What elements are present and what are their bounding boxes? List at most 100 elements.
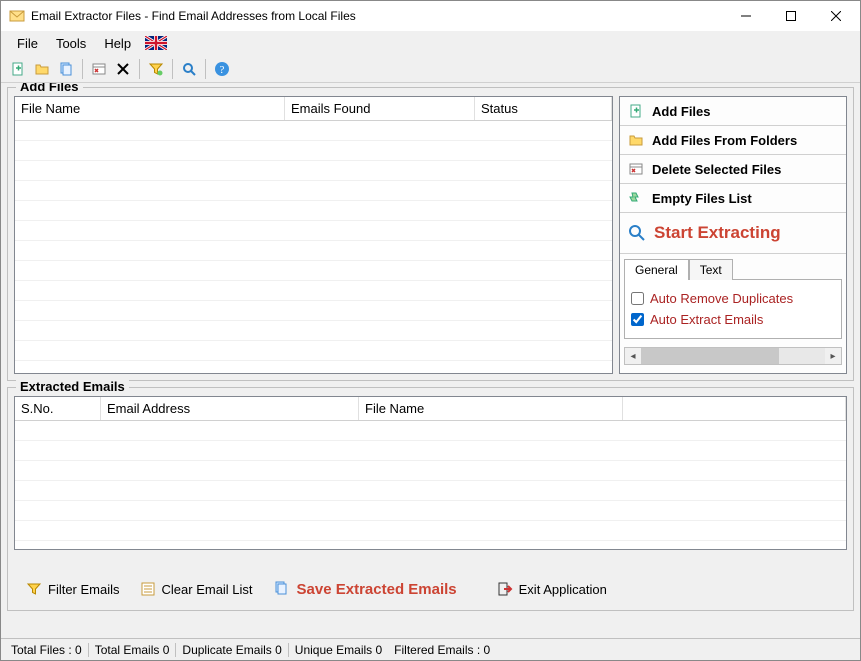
table-row[interactable] xyxy=(15,441,846,461)
table-row[interactable] xyxy=(15,301,612,321)
recycle-icon xyxy=(628,190,644,206)
filter-emails-button[interactable]: Filter Emails xyxy=(18,577,128,601)
col-sno[interactable]: S.No. xyxy=(15,397,101,420)
table-row[interactable] xyxy=(15,421,846,441)
start-extracting-label: Start Extracting xyxy=(654,223,781,243)
status-total-files: Total Files : 0 xyxy=(5,643,89,657)
toolbar-separator xyxy=(82,59,83,79)
minimize-button[interactable] xyxy=(723,2,768,30)
table-row[interactable] xyxy=(15,461,846,481)
add-folders-button[interactable]: Add Files From Folders xyxy=(620,126,846,155)
col-file-name[interactable]: File Name xyxy=(15,97,285,120)
search-icon[interactable] xyxy=(178,58,200,80)
save-extracted-button[interactable]: Save Extracted Emails xyxy=(265,576,465,602)
table-row[interactable] xyxy=(15,121,612,141)
toolbar: ? xyxy=(1,55,860,83)
filter-emails-label: Filter Emails xyxy=(48,582,120,597)
auto-extract-option[interactable]: Auto Extract Emails xyxy=(631,309,835,330)
options-tabset: General Text xyxy=(624,258,842,279)
add-files-label: Add Files xyxy=(652,104,711,119)
auto-remove-option[interactable]: Auto Remove Duplicates xyxy=(631,288,835,309)
col-blank xyxy=(623,397,846,420)
delete-selected-button[interactable]: Delete Selected Files xyxy=(620,155,846,184)
col-status[interactable]: Status xyxy=(475,97,612,120)
status-total-emails: Total Emails 0 xyxy=(89,643,177,657)
maximize-button[interactable] xyxy=(768,2,813,30)
menu-file[interactable]: File xyxy=(9,34,46,53)
exit-application-button[interactable]: Exit Application xyxy=(489,577,615,601)
clear-list-icon xyxy=(140,581,156,597)
close-button[interactable] xyxy=(813,2,858,30)
table-row[interactable] xyxy=(15,221,612,241)
emails-table[interactable]: S.No. Email Address File Name xyxy=(14,396,847,550)
tab-text[interactable]: Text xyxy=(689,259,733,280)
add-file-icon[interactable] xyxy=(7,58,29,80)
add-files-label: Add Files xyxy=(16,83,83,94)
scroll-thumb[interactable] xyxy=(641,348,779,364)
add-files-section: Add Files File Name Emails Found Status xyxy=(7,87,854,381)
tab-general[interactable]: General xyxy=(624,259,689,280)
svg-text:?: ? xyxy=(220,64,225,76)
scroll-track[interactable] xyxy=(641,348,825,364)
exit-application-label: Exit Application xyxy=(519,582,607,597)
table-row[interactable] xyxy=(15,181,612,201)
menu-tools[interactable]: Tools xyxy=(48,34,94,53)
toolbar-separator xyxy=(139,59,140,79)
add-files-button[interactable]: Add Files xyxy=(620,97,846,126)
bottom-toolbar: Filter Emails Clear Email List Save Extr… xyxy=(14,570,847,604)
save-icon xyxy=(273,580,291,598)
col-emails-found[interactable]: Emails Found xyxy=(285,97,475,120)
col-file-name-2[interactable]: File Name xyxy=(359,397,623,420)
table-row[interactable] xyxy=(15,521,846,541)
files-table-body xyxy=(15,121,612,373)
start-extracting-button[interactable]: Start Extracting xyxy=(620,213,846,254)
options-tab-body: Auto Remove Duplicates Auto Extract Emai… xyxy=(624,279,842,339)
options-scrollbar[interactable]: ◂ ▸ xyxy=(624,347,842,365)
table-row[interactable] xyxy=(15,321,612,341)
extracted-emails-section: Extracted Emails S.No. Email Address Fil… xyxy=(7,387,854,611)
auto-remove-checkbox[interactable] xyxy=(631,292,644,305)
save-extracted-label: Save Extracted Emails xyxy=(297,581,457,598)
table-row[interactable] xyxy=(15,241,612,261)
empty-list-label: Empty Files List xyxy=(652,191,752,206)
delete-selected-label: Delete Selected Files xyxy=(652,162,781,177)
folder-icon xyxy=(628,132,644,148)
empty-list-button[interactable]: Empty Files List xyxy=(620,184,846,213)
filter-icon[interactable] xyxy=(145,58,167,80)
add-folder-icon[interactable] xyxy=(31,58,53,80)
scroll-right-icon[interactable]: ▸ xyxy=(825,348,841,364)
language-flag-icon[interactable] xyxy=(145,36,167,50)
table-row[interactable] xyxy=(15,201,612,221)
app-icon xyxy=(9,8,25,24)
toolbar-separator xyxy=(205,59,206,79)
clear-email-list-button[interactable]: Clear Email List xyxy=(132,577,261,601)
copy-icon[interactable] xyxy=(55,58,77,80)
menubar: File Tools Help xyxy=(1,31,860,55)
col-email-address[interactable]: Email Address xyxy=(101,397,359,420)
table-row[interactable] xyxy=(15,501,846,521)
status-unique-emails: Unique Emails 0 xyxy=(289,643,388,657)
auto-extract-checkbox[interactable] xyxy=(631,313,644,326)
scroll-left-icon[interactable]: ◂ xyxy=(625,348,641,364)
toolbar-separator xyxy=(172,59,173,79)
menu-help[interactable]: Help xyxy=(96,34,139,53)
table-row[interactable] xyxy=(15,481,846,501)
table-row[interactable] xyxy=(15,161,612,181)
help-icon[interactable]: ? xyxy=(211,58,233,80)
files-table-header: File Name Emails Found Status xyxy=(15,97,612,121)
delete-row-icon[interactable] xyxy=(88,58,110,80)
add-folders-label: Add Files From Folders xyxy=(652,133,797,148)
table-row[interactable] xyxy=(15,261,612,281)
add-file-icon xyxy=(628,103,644,119)
status-filtered-emails: Filtered Emails : 0 xyxy=(388,643,496,657)
table-row[interactable] xyxy=(15,341,612,361)
table-row[interactable] xyxy=(15,141,612,161)
auto-extract-label: Auto Extract Emails xyxy=(650,312,763,327)
files-table[interactable]: File Name Emails Found Status xyxy=(14,96,613,374)
exit-icon xyxy=(497,581,513,597)
statusbar: Total Files : 0 Total Emails 0 Duplicate… xyxy=(1,638,860,660)
table-row[interactable] xyxy=(15,281,612,301)
clear-icon[interactable] xyxy=(112,58,134,80)
filter-icon xyxy=(26,581,42,597)
status-duplicate-emails: Duplicate Emails 0 xyxy=(176,643,288,657)
